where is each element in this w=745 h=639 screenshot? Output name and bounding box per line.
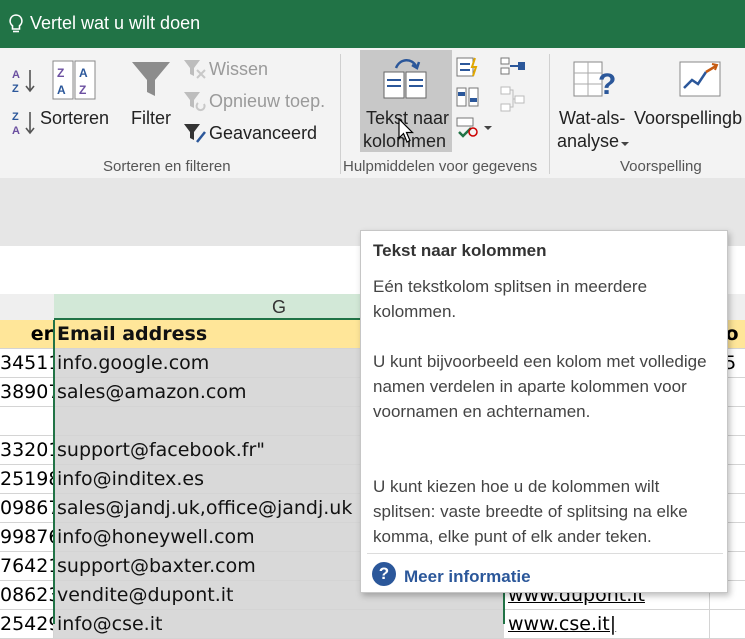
tooltip-divider: [367, 553, 723, 554]
tooltip-paragraph-1: Eén tekstkolom splitsen in meerdere kolo…: [373, 277, 648, 321]
sort-za-icon[interactable]: Z A: [10, 108, 36, 138]
cell-f[interactable]: 09867: [0, 494, 54, 522]
whatif-label-2[interactable]: analyse: [557, 131, 619, 152]
clear-button[interactable]: Wissen: [209, 59, 268, 80]
relationships-icon: [500, 86, 525, 112]
group-divider: [549, 54, 550, 174]
forecast-group-label: Voorspelling: [620, 158, 702, 175]
flash-fill-icon[interactable]: [456, 56, 480, 78]
tell-me-input[interactable]: Vertel wat u wilt doen: [30, 13, 200, 34]
ribbon: A Z Z A Z A A Z Sorteren Filter Wissen O…: [0, 48, 745, 179]
tooltip-title: Tekst naar kolommen: [373, 241, 547, 260]
clear-filter-icon: [184, 60, 206, 79]
forecast-sheet-button[interactable]: Voorspellingb: [634, 108, 742, 129]
tooltip-paragraph-2: U kunt bijvoorbeeld een kolom met volled…: [373, 352, 707, 421]
table-row[interactable]: 25429 info@cse.it www.cse.it|: [0, 610, 745, 639]
svg-text:A: A: [12, 125, 20, 137]
tell-me-bar[interactable]: Vertel wat u wilt doen: [0, 0, 745, 48]
cell-f[interactable]: 08623: [0, 581, 54, 609]
more-info-link[interactable]: Meer informatie: [404, 567, 531, 587]
svg-text:A: A: [79, 66, 88, 80]
forecast-icon[interactable]: [678, 58, 722, 98]
tooltip-paragraph-3: U kunt kiezen hoe u de kolommen wilt spl…: [373, 477, 688, 546]
help-icon[interactable]: ?: [372, 562, 396, 586]
cell-f[interactable]: 34511: [0, 349, 54, 377]
cell-g[interactable]: info@cse.it: [54, 610, 504, 638]
cell-f[interactable]: 25429: [0, 610, 54, 638]
header-cell-f[interactable]: er: [0, 320, 54, 348]
sort-icon[interactable]: Z A A Z: [52, 60, 96, 100]
svg-text:Z: Z: [12, 83, 19, 95]
svg-text:Z: Z: [12, 111, 19, 123]
data-tools-group-label: Hulpmiddelen voor gegevens: [343, 158, 538, 175]
cell-f[interactable]: 76421: [0, 552, 54, 580]
sort-button[interactable]: Sorteren: [40, 108, 109, 129]
sort-az-icon[interactable]: A Z: [10, 66, 36, 96]
mouse-cursor-icon: [398, 118, 414, 143]
group-divider: [340, 54, 341, 174]
filter-button[interactable]: Filter: [131, 108, 171, 129]
cell-f[interactable]: 38907: [0, 378, 54, 406]
cell-h[interactable]: www.cse.it|: [505, 610, 708, 638]
reapply-icon: [184, 92, 206, 112]
advanced-button[interactable]: Geavanceerd: [209, 123, 317, 144]
sort-filter-group-label: Sorteren en filteren: [103, 158, 231, 175]
svg-text:Z: Z: [57, 66, 64, 80]
filter-icon[interactable]: [130, 58, 172, 100]
svg-text:A: A: [12, 69, 20, 81]
consolidate-icon[interactable]: [500, 56, 526, 78]
tooltip: Tekst naar kolommen Eén tekstkolom split…: [360, 230, 728, 593]
cell-i[interactable]: [709, 610, 745, 638]
svg-text:?: ?: [598, 68, 616, 100]
svg-text:Z: Z: [79, 83, 86, 97]
text-to-columns-icon[interactable]: [382, 56, 430, 100]
cell-f[interactable]: 25198: [0, 465, 54, 493]
whatif-icon[interactable]: ?: [572, 58, 618, 100]
lightbulb-icon: [9, 14, 23, 33]
data-validation-icon[interactable]: [456, 116, 494, 138]
advanced-filter-icon[interactable]: [183, 122, 207, 144]
cell-f[interactable]: 33201: [0, 436, 54, 464]
svg-text:A: A: [57, 83, 66, 97]
chevron-down-icon[interactable]: [620, 140, 630, 148]
cell-f[interactable]: [0, 407, 54, 435]
cell-f[interactable]: 99876: [0, 523, 54, 551]
whatif-label-1[interactable]: Wat-als-: [559, 108, 625, 129]
reapply-button[interactable]: Opnieuw toep.: [209, 91, 325, 112]
remove-duplicates-icon[interactable]: [456, 86, 480, 108]
